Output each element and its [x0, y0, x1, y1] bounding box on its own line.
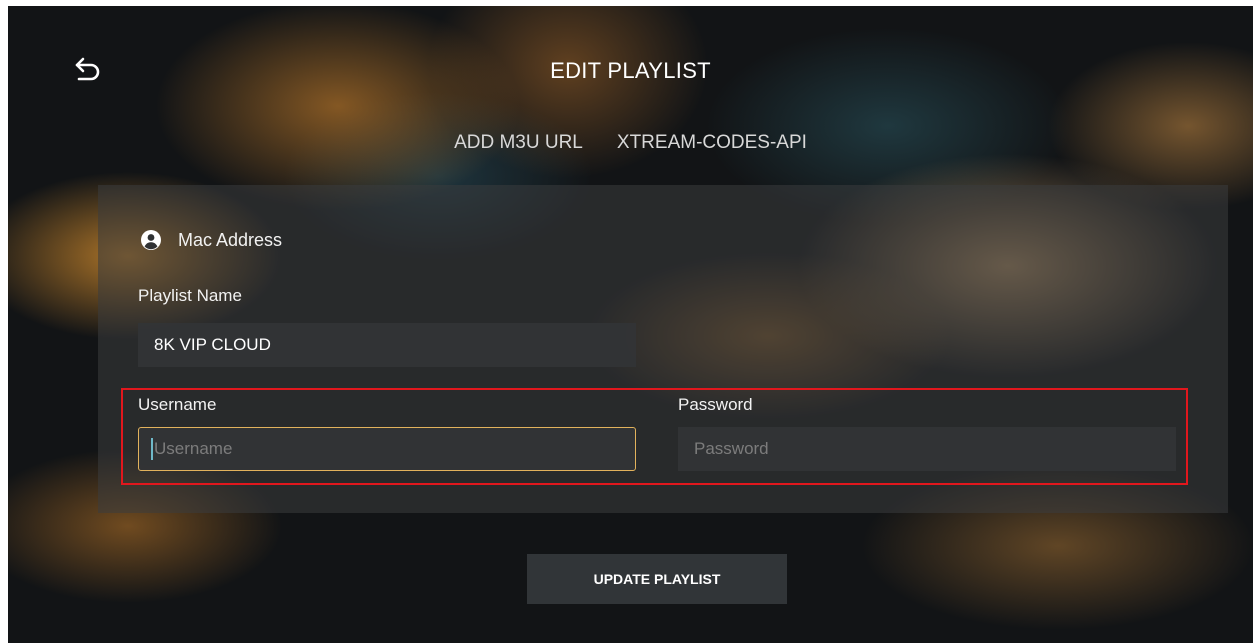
text-caret [151, 438, 153, 460]
app-screen: EDIT PLAYLIST ADD M3U URL XTREAM-CODES-A… [8, 6, 1253, 643]
username-label: Username [138, 395, 217, 414]
username-input[interactable]: Username [138, 427, 636, 471]
tab-bar: ADD M3U URL XTREAM-CODES-API [8, 132, 1253, 154]
mac-address-row: Mac Address [140, 229, 282, 251]
form-panel: Mac Address Playlist Name 8K VIP CLOUD U… [98, 185, 1228, 513]
page-title: EDIT PLAYLIST [550, 58, 711, 83]
tab-xtream-codes-api[interactable]: XTREAM-CODES-API [617, 132, 807, 154]
user-circle-icon [141, 230, 161, 250]
update-playlist-button[interactable]: UPDATE PLAYLIST [527, 554, 787, 604]
mac-address-label: Mac Address [178, 229, 283, 250]
playlist-name-label: Playlist Name [138, 286, 242, 305]
tab-add-m3u-url[interactable]: ADD M3U URL [454, 132, 583, 154]
username-placeholder: Username [154, 439, 233, 458]
password-placeholder: Password [694, 439, 769, 458]
password-label: Password [678, 395, 753, 414]
password-input[interactable]: Password [678, 427, 1176, 471]
playlist-name-input[interactable]: 8K VIP CLOUD [138, 323, 636, 367]
